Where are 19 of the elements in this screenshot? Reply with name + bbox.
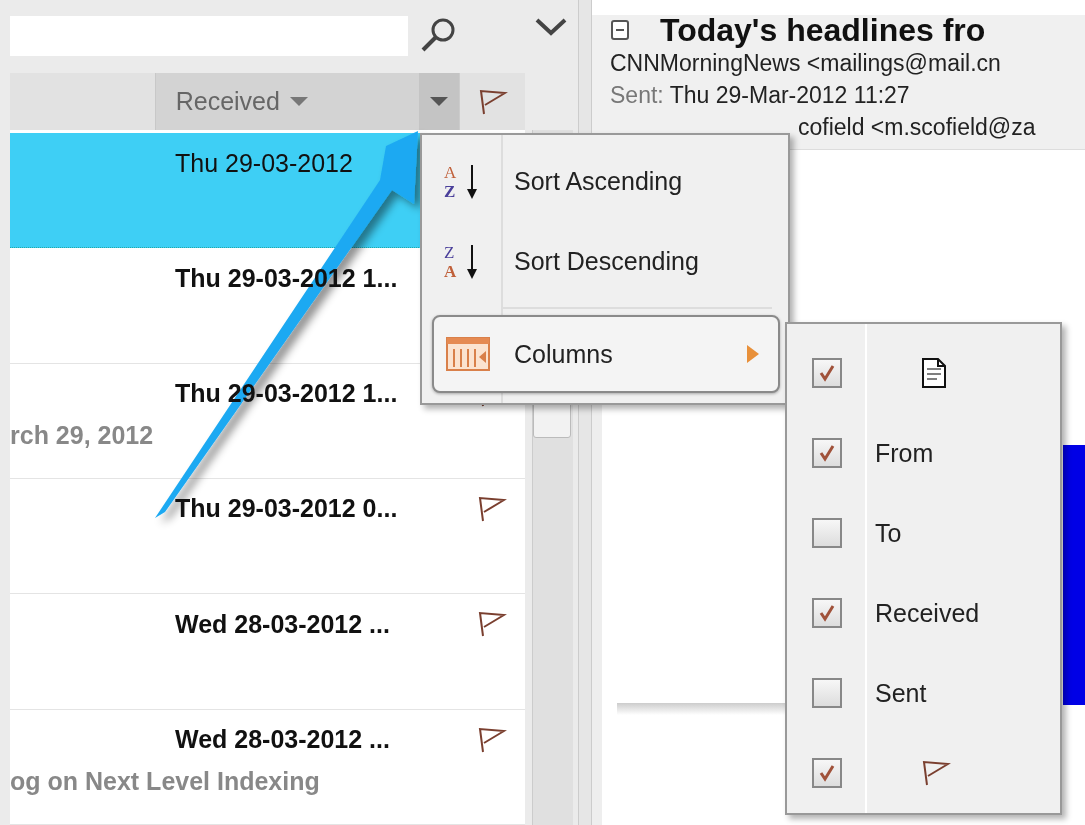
received-date: Thu 29-03-2012 0... [175,494,398,524]
sender-address: CNNMorningNews <mailings@mail.cn [610,50,1002,77]
received-date: Wed 28-03-2012 ... [175,609,390,639]
sent-label: Sent: [610,82,664,108]
message-subject: Today's headlines fro [660,15,986,49]
recipient-address: cofield <m.scofield@za [797,114,1037,141]
column-option[interactable]: Received [787,573,1060,653]
column-option[interactable]: To [787,493,1060,573]
message-preview: rch 29, 2012 [10,419,155,450]
received-date: Wed 28-03-2012 ... [175,725,390,755]
column-option[interactable]: Sent [787,653,1060,733]
message-preview: og on Next Level Indexing [10,765,321,796]
sent-date: Thu 29-Mar-2012 11:27 [669,82,910,108]
message-row[interactable]: Wed 28-03-2012 ... og on Next Level Indexing [10,709,525,825]
menu-item[interactable]: Columns [432,315,780,393]
column-option[interactable]: From [787,413,1060,493]
received-date: Thu 29-03-2012 [175,148,353,178]
received-column-header[interactable]: Received [154,73,420,130]
message-row[interactable]: Wed 28-03-2012 ... [10,594,525,710]
